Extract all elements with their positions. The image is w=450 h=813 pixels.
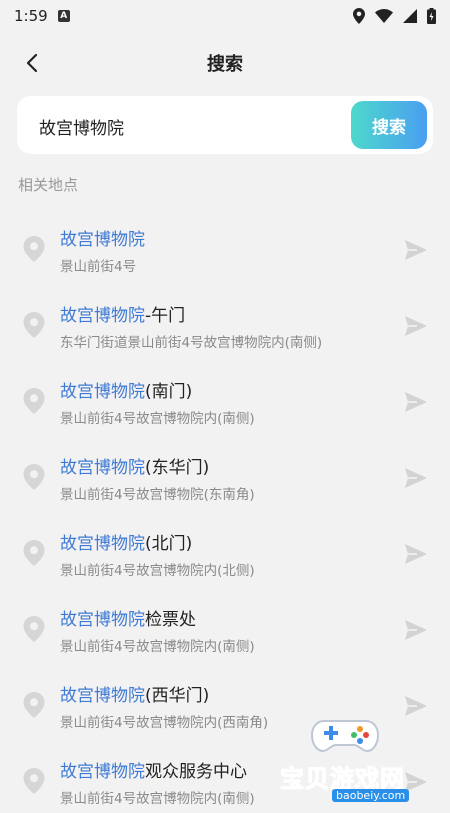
list-item[interactable]: 故宫博物院景山前街4号 [0,205,450,281]
location-pin-icon [23,616,45,642]
result-name-suffix: (南门) [145,382,193,402]
list-item[interactable]: 故宫博物院检票处景山前街4号故宫博物院内(南侧) [0,585,450,661]
result-address: 景山前街4号故宫博物院内(西南角) [60,715,269,731]
location-pin-icon [23,236,45,262]
navigate-send-icon[interactable] [404,543,428,565]
result-name: 故宫博物院 [60,225,145,250]
navigate-send-icon[interactable] [404,239,428,261]
navigate-send-icon[interactable] [404,619,428,641]
result-address: 景山前街4号故宫博物院内(北侧) [60,563,255,579]
status-left: 1:59 A [14,7,70,25]
status-bar: 1:59 A [0,0,450,32]
location-pin-icon [23,692,45,718]
wifi-icon [375,9,393,23]
result-address: 东华门街道景山前街4号故宫博物院内(南侧) [60,335,323,351]
result-name: 故宫博物院观众服务中心 [60,757,247,782]
page-title: 搜索 [207,54,243,75]
result-name-highlight: 故宫博物院 [60,306,145,326]
result-address: 景山前街4号故宫博物院内(南侧) [60,639,255,655]
result-name-highlight: 故宫博物院 [60,762,145,782]
navigate-send-icon[interactable] [404,467,428,489]
navigate-send-icon[interactable] [404,391,428,413]
list-item[interactable]: 故宫博物院-午门东华门街道景山前街4号故宫博物院内(南侧) [0,281,450,357]
location-pin-icon [23,768,45,794]
result-address: 景山前街4号故宫博物院内(南侧) [60,791,255,807]
notification-a-icon: A [57,10,70,22]
result-name-highlight: 故宫博物院 [60,610,145,630]
result-name: 故宫博物院(西华门) [60,681,209,706]
watermark: 宝贝游戏网 baobeiy.com [270,705,450,802]
status-right [353,8,436,24]
result-address: 景山前街4号故宫博物院(东南角) [60,487,255,503]
result-address: 景山前街4号故宫博物院内(南侧) [60,411,255,427]
section-title: 相关地点 [18,176,79,194]
signal-icon [403,9,417,23]
result-name-highlight: 故宫博物院 [60,686,145,706]
status-time: 1:59 [14,7,48,25]
result-name-highlight: 故宫博物院 [60,458,145,478]
result-name-suffix: -午门 [145,306,186,326]
result-name-highlight: 故宫博物院 [60,230,145,250]
list-item[interactable]: 故宫博物院(东华门) 景山前街4号故宫博物院(东南角) [0,433,450,509]
navigate-send-icon[interactable] [404,315,428,337]
result-name-highlight: 故宫博物院 [60,382,145,402]
list-item[interactable]: 故宫博物院(南门) 景山前街4号故宫博物院内(南侧) [0,357,450,433]
back-button[interactable] [16,48,48,78]
search-input[interactable] [37,96,361,156]
result-name: 故宫博物院-午门 [60,301,185,326]
battery-icon [427,8,436,24]
search-button[interactable]: 搜索 [351,101,427,149]
result-name-suffix: (北门) [145,534,193,554]
search-bar: 搜索 [17,96,433,156]
location-pin-icon [23,464,45,490]
result-name-suffix: 检票处 [145,610,196,630]
result-address: 景山前街4号 [60,259,137,275]
location-pin-icon [23,388,45,414]
result-name: 故宫博物院检票处 [60,605,196,630]
result-name: 故宫博物院(东华门) [60,453,209,478]
location-pin-icon [23,540,45,566]
result-name: 故宫博物院(南门) [60,377,192,402]
header: 搜索 [0,40,450,86]
chevron-left-icon [26,53,38,73]
watermark-url: baobeiy.com [332,789,410,802]
result-name-suffix: (西华门) [145,686,210,706]
gamepad-icon [310,720,380,753]
result-name-suffix: (东华门) [145,458,210,478]
list-item[interactable]: 故宫博物院(北门) 景山前街4号故宫博物院内(北侧) [0,509,450,585]
result-name-highlight: 故宫博物院 [60,534,145,554]
location-pin-icon [23,312,45,338]
location-icon [353,8,365,24]
result-name: 故宫博物院(北门) [60,529,192,554]
result-name-suffix: 观众服务中心 [145,762,247,782]
